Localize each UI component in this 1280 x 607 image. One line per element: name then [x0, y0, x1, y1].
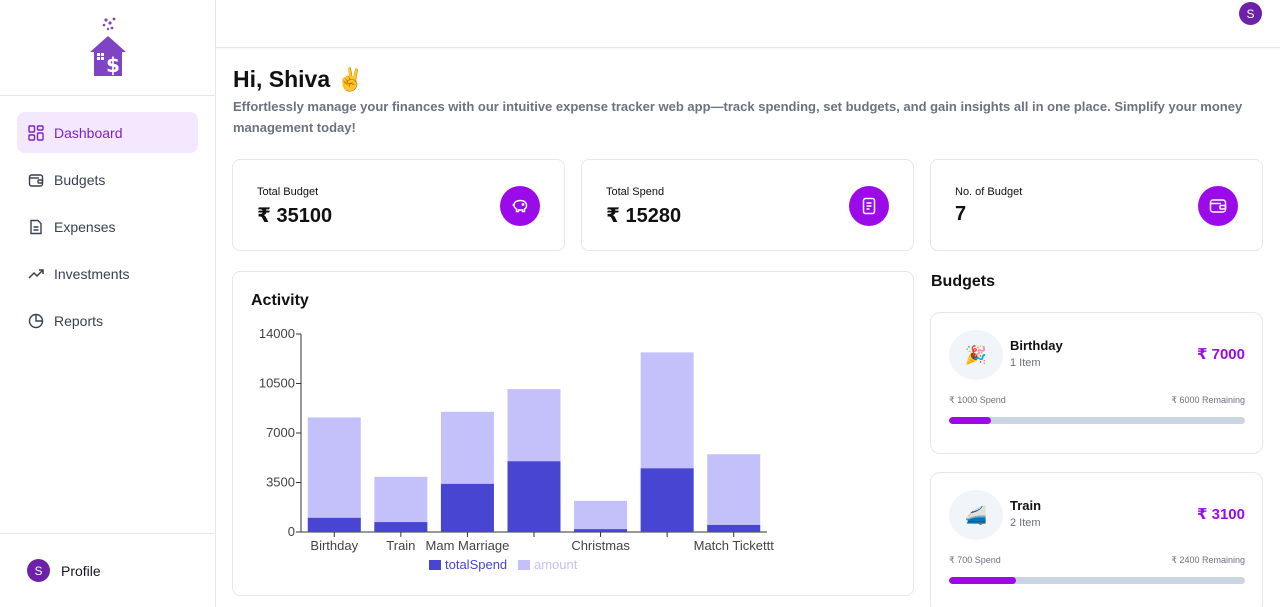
piggy-bank-icon: [500, 186, 540, 226]
stat-value: ₹ 35100: [257, 205, 333, 227]
x-tick-label: Train: [386, 538, 415, 553]
party-popper-icon: 🎉: [949, 330, 1003, 380]
profile-link[interactable]: S Profile: [0, 533, 215, 607]
stat-value: 7: [955, 203, 967, 225]
house-logo-icon: $: [89, 17, 126, 77]
bar-amount: [707, 454, 761, 532]
dashboard-grid-icon: [27, 124, 45, 142]
logo[interactable]: $: [0, 0, 215, 96]
budget-card-birthday[interactable]: 🎉 Birthday 1 Item ₹ 7000 ₹ 1000 Spend ₹ …: [930, 312, 1263, 454]
page-title: Hi, Shiva ✌️: [233, 66, 364, 93]
sidebar-nav: Dashboard Budgets Expenses Investments R…: [0, 96, 215, 341]
bar-total-spend: [307, 517, 361, 532]
bar-total-spend: [640, 468, 694, 532]
topbar: S: [216, 0, 1280, 48]
x-tick-label: Birthday: [310, 538, 358, 553]
victory-hand-icon: ✌️: [336, 67, 364, 92]
greeting-text: Hi, Shiva: [233, 66, 331, 92]
bar-amount: [574, 500, 628, 532]
legend-label-amount: amount: [534, 557, 578, 572]
budget-amount: ₹ 7000: [1197, 346, 1245, 363]
sidebar-item-label: Investments: [54, 265, 130, 282]
bar-total-spend: [374, 522, 428, 532]
profile-label: Profile: [61, 562, 101, 579]
page-subtitle: Effortlessly manage your finances with o…: [233, 99, 1243, 135]
budget-progress-track: [949, 417, 1245, 424]
sidebar-item-label: Budgets: [54, 171, 106, 188]
bar-total-spend: [507, 461, 561, 532]
budget-name: Train: [1010, 498, 1042, 513]
legend-swatch-total-spend: [429, 560, 441, 570]
budget-amount: ₹ 3100: [1197, 506, 1245, 523]
sidebar-item-label: Reports: [54, 312, 104, 329]
wallet-icon: [27, 171, 45, 189]
bar-total-spend: [440, 483, 494, 532]
sidebar-item-label: Expenses: [54, 218, 116, 235]
pie-chart-icon: [27, 312, 45, 330]
sidebar-item-expenses[interactable]: Expenses: [17, 206, 198, 247]
stat-card-total-budget: Total Budget ₹ 35100: [232, 159, 565, 251]
activity-chart-card: Activity 0 3500 7000 10500 14000 Birthday Trai…: [232, 271, 914, 596]
legend-swatch-amount: [518, 560, 530, 570]
avatar: S: [27, 559, 50, 582]
y-tick-label: 7000: [266, 425, 295, 440]
train-icon: 🚄: [949, 490, 1003, 540]
bar-amount: [307, 417, 361, 532]
budget-item-count: 1 Item: [1010, 357, 1041, 369]
receipt-icon: [27, 218, 45, 236]
budget-card-train[interactable]: 🚄 Train 2 Item ₹ 3100 ₹ 700 Spend ₹ 2400…: [930, 472, 1263, 607]
bar-total-spend: [707, 524, 761, 532]
activity-bar-chart: 0 3500 7000 10500 14000 Birthday Train Mam Marr…: [259, 326, 775, 572]
stat-value: ₹ 15280: [606, 205, 682, 227]
budget-progress-track: [949, 577, 1245, 584]
y-tick-label: 14000: [259, 326, 295, 341]
x-tick-label: Christmas: [571, 538, 630, 553]
y-tick-label: 3500: [266, 475, 295, 490]
legend-label-total-spend: totalSpend: [445, 557, 507, 572]
stat-label: Total Budget: [257, 186, 319, 198]
stat-card-no-of-budget: No. of Budget 7: [930, 159, 1263, 251]
budget-item-count: 2 Item: [1010, 517, 1041, 529]
budget-progress-fill: [949, 417, 992, 424]
budget-remaining: ₹ 6000 Remaining: [1171, 395, 1245, 405]
stat-card-total-spend: Total Spend ₹ 15280: [581, 159, 914, 251]
bar-total-spend: [574, 529, 628, 532]
budget-spent: ₹ 1000 Spend: [949, 395, 1006, 405]
trending-up-icon: [27, 265, 45, 283]
y-tick-label: 0: [288, 524, 295, 539]
wallet-icon: [1198, 186, 1238, 226]
budgets-title: Budgets: [931, 273, 995, 290]
budget-spent: ₹ 700 Spend: [949, 555, 1001, 565]
user-avatar[interactable]: S: [1239, 2, 1262, 25]
budget-name: Birthday: [1010, 338, 1063, 353]
sidebar: $ Dashboard Budgets Expenses Investments…: [0, 0, 216, 607]
sidebar-item-label: Dashboard: [54, 124, 123, 141]
sidebar-item-budgets[interactable]: Budgets: [17, 159, 198, 200]
y-tick-label: 10500: [259, 376, 295, 391]
budget-remaining: ₹ 2400 Remaining: [1171, 555, 1245, 565]
svg-text:$: $: [106, 53, 120, 77]
stat-label: No. of Budget: [955, 186, 1023, 198]
sidebar-item-dashboard[interactable]: Dashboard: [17, 112, 198, 153]
budget-progress-fill: [949, 577, 1016, 584]
receipt-icon: [849, 186, 889, 226]
x-tick-label: Match Tickettt: [694, 538, 775, 553]
x-tick-label: Mam Marriage: [426, 538, 510, 553]
stat-label: Total Spend: [606, 186, 665, 198]
sidebar-item-investments[interactable]: Investments: [17, 253, 198, 294]
sidebar-item-reports[interactable]: Reports: [17, 300, 198, 341]
